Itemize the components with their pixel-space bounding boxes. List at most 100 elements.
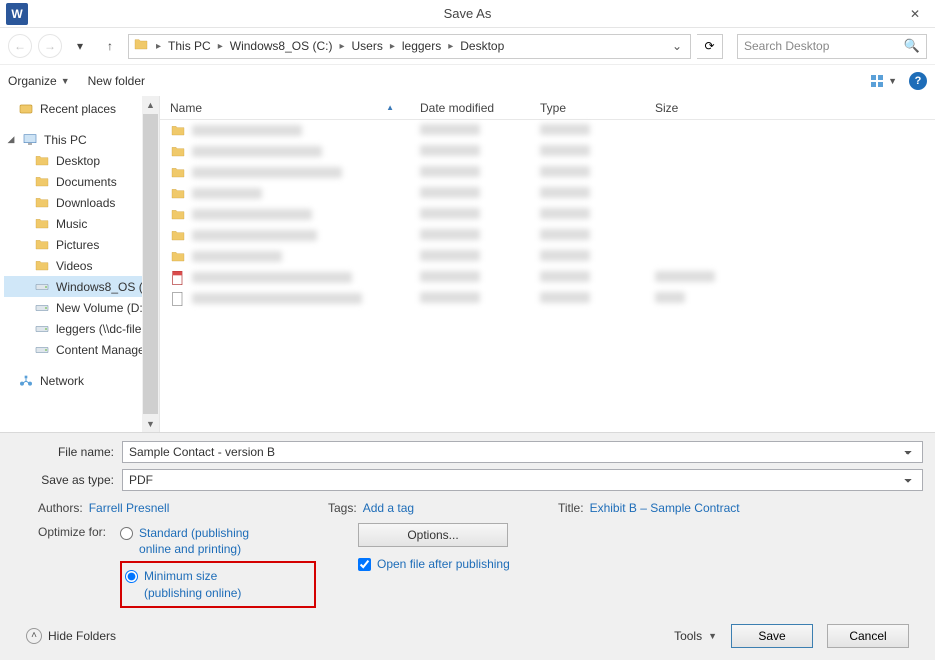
cell-redacted xyxy=(540,166,590,177)
list-item[interactable] xyxy=(160,183,935,204)
sidebar-item[interactable]: Videos xyxy=(4,255,159,276)
col-type[interactable]: Type xyxy=(530,101,645,115)
file-name-input[interactable]: Sample Contact - version B xyxy=(122,441,923,463)
cell-redacted xyxy=(420,292,480,303)
sidebar-item[interactable]: New Volume (D:) xyxy=(4,297,159,318)
sidebar-item-label: leggers (\\dc-file xyxy=(56,322,141,336)
cell-redacted xyxy=(540,208,590,219)
options-button[interactable]: Options... xyxy=(358,523,508,547)
cell-redacted xyxy=(540,292,590,303)
sidebar-item[interactable]: Desktop xyxy=(4,150,159,171)
sidebar-item-label: Network xyxy=(40,374,84,388)
scroll-thumb[interactable] xyxy=(143,114,158,414)
sidebar-item[interactable]: Content Manage xyxy=(4,339,159,360)
list-item[interactable] xyxy=(160,288,935,309)
cell-redacted xyxy=(420,271,480,282)
expand-icon[interactable]: ◢ xyxy=(6,134,16,145)
sort-indicator-icon: ▲ xyxy=(386,103,394,112)
optimize-minimum-highlight: Minimum size (publishing online) xyxy=(120,561,316,607)
recent-places-icon xyxy=(18,101,34,117)
list-header: Name▲ Date modified Type Size xyxy=(160,96,935,120)
list-item[interactable] xyxy=(160,246,935,267)
folder-icon xyxy=(34,258,50,274)
col-size[interactable]: Size xyxy=(645,101,725,115)
optimize-standard-radio[interactable]: Standard (publishing online and printing… xyxy=(120,523,316,559)
breadcrumb[interactable]: ▸ This PC ▸ Windows8_OS (C:) ▸ Users ▸ l… xyxy=(128,34,691,59)
list-item[interactable] xyxy=(160,141,935,162)
nav-dropdown-icon[interactable]: ▾ xyxy=(70,36,90,56)
breadcrumb-dropdown-icon[interactable]: ⌄ xyxy=(668,39,686,53)
list-item[interactable] xyxy=(160,267,935,288)
folder-icon xyxy=(170,123,186,139)
file-name-redacted xyxy=(192,230,317,241)
scroll-down-icon[interactable]: ▼ xyxy=(142,415,159,432)
search-input[interactable] xyxy=(744,39,904,53)
file-list[interactable]: Name▲ Date modified Type Size xyxy=(160,96,935,432)
view-mode-button[interactable]: ▼ xyxy=(870,74,897,88)
search-icon: 🔍 xyxy=(904,38,920,54)
cell-redacted xyxy=(540,271,590,282)
file-name-redacted xyxy=(192,293,362,304)
col-date[interactable]: Date modified xyxy=(410,101,530,115)
save-as-type-select[interactable]: PDF xyxy=(122,469,923,491)
list-item[interactable] xyxy=(160,120,935,141)
breadcrumb-seg[interactable]: Windows8_OS (C:) xyxy=(228,39,335,53)
file-name-redacted xyxy=(192,146,322,157)
sidebar-this-pc[interactable]: ◢ This PC xyxy=(4,129,159,150)
sidebar-item[interactable]: Windows8_OS (C:) xyxy=(4,276,159,297)
sidebar-item[interactable]: Downloads xyxy=(4,192,159,213)
folder-icon xyxy=(34,153,50,169)
tags-value[interactable]: Add a tag xyxy=(363,501,414,515)
authors-value[interactable]: Farrell Presnell xyxy=(89,501,170,515)
list-item[interactable] xyxy=(160,162,935,183)
open-after-publish-checkbox[interactable]: Open file after publishing xyxy=(358,557,578,571)
radio-input[interactable] xyxy=(120,527,133,540)
chevron-right-icon: ▸ xyxy=(217,41,224,52)
nav-back-button[interactable]: ← xyxy=(8,34,32,58)
file-name-label: File name: xyxy=(12,445,122,459)
sidebar-item[interactable]: leggers (\\dc-file xyxy=(4,318,159,339)
checkbox-input[interactable] xyxy=(358,558,371,571)
breadcrumb-seg[interactable]: This PC xyxy=(166,39,213,53)
breadcrumb-seg[interactable]: leggers xyxy=(400,39,443,53)
cancel-button[interactable]: Cancel xyxy=(827,624,909,648)
sidebar-scrollbar[interactable]: ▲ ▼ xyxy=(142,96,159,432)
breadcrumb-seg[interactable]: Users xyxy=(349,39,384,53)
nav-up-button[interactable]: ↑ xyxy=(100,36,120,56)
folder-icon xyxy=(34,195,50,211)
sidebar-item[interactable]: Music xyxy=(4,213,159,234)
new-folder-button[interactable]: New folder xyxy=(88,74,145,88)
cell-redacted xyxy=(655,292,685,303)
save-button[interactable]: Save xyxy=(731,624,813,648)
col-name[interactable]: Name▲ xyxy=(160,101,410,115)
refresh-button[interactable]: ⟳ xyxy=(697,34,723,59)
close-button[interactable]: ✕ xyxy=(895,0,935,28)
sidebar-item[interactable]: Pictures xyxy=(4,234,159,255)
file-name-redacted xyxy=(192,167,342,178)
file-name-redacted xyxy=(192,125,302,136)
tools-menu[interactable]: Tools ▼ xyxy=(674,629,717,643)
hide-folders-label: Hide Folders xyxy=(48,629,116,643)
sidebar-recent-places[interactable]: Recent places xyxy=(4,98,159,119)
pdf-icon xyxy=(170,270,186,286)
cell-redacted xyxy=(655,271,715,282)
file-name-redacted xyxy=(192,251,282,262)
drive-icon xyxy=(34,300,50,316)
optimize-minimum-radio[interactable]: Minimum size (publishing online) xyxy=(125,566,274,602)
scroll-up-icon[interactable]: ▲ xyxy=(142,96,159,113)
sidebar-network[interactable]: Network xyxy=(4,370,159,391)
list-item[interactable] xyxy=(160,225,935,246)
nav-forward-button[interactable]: → xyxy=(38,34,62,58)
title-value[interactable]: Exhibit B – Sample Contract xyxy=(590,501,740,515)
sidebar-item[interactable]: Documents xyxy=(4,171,159,192)
list-item[interactable] xyxy=(160,204,935,225)
help-icon[interactable]: ? xyxy=(909,72,927,90)
radio-input[interactable] xyxy=(125,570,138,583)
chevron-down-icon: ▼ xyxy=(708,631,717,641)
hide-folders-button[interactable]: ˄ Hide Folders xyxy=(26,628,116,644)
cell-redacted xyxy=(420,250,480,261)
breadcrumb-seg[interactable]: Desktop xyxy=(458,39,506,53)
organize-menu[interactable]: Organize ▼ xyxy=(8,74,70,88)
title-bar: W Save As ✕ xyxy=(0,0,935,28)
search-box[interactable]: 🔍 xyxy=(737,34,927,59)
